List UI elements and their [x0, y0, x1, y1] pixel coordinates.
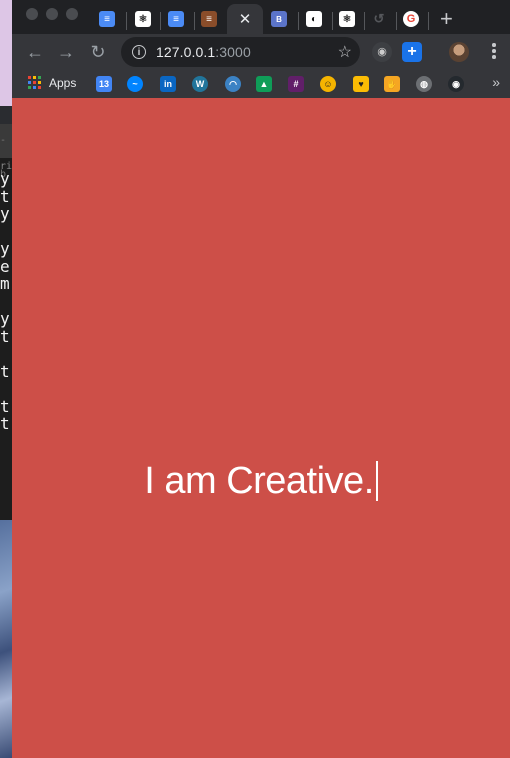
terminal-subtitle: rit — [0, 161, 12, 170]
bookmark-star-icon[interactable]: ☆ — [338, 42, 352, 62]
tab-docs[interactable]: ≡ — [161, 4, 191, 34]
docs-icon: ≡ — [99, 11, 115, 27]
react-dev-icon: ⚛ — [339, 11, 355, 27]
tab-google[interactable]: G — [396, 4, 426, 34]
blank-tab-icon: ↺ — [373, 11, 385, 26]
hand-icon[interactable]: ✋ — [384, 76, 400, 92]
back-arrow-icon[interactable]: ← — [24, 41, 46, 63]
window-minimize-button[interactable] — [46, 8, 58, 20]
terminal-line: y — [0, 240, 10, 258]
tab-separator — [126, 12, 127, 30]
apps-grid-icon — [28, 76, 42, 90]
keep-icon[interactable]: ♥ — [353, 76, 369, 92]
terminal-line: y — [0, 170, 10, 188]
url-host: 127.0.0.1 — [156, 44, 216, 60]
window-close-button[interactable] — [26, 8, 38, 20]
docs-icon: ≡ — [168, 11, 184, 27]
terminal-line: y — [0, 205, 10, 223]
bootstrap-icon: B — [271, 11, 287, 27]
tab-stack-overflow[interactable]: ≡ — [194, 4, 224, 34]
tab-active[interactable]: ✕ — [227, 4, 263, 34]
terminal-line: m — [0, 275, 10, 293]
typing-caret — [375, 461, 378, 501]
terminal-window: -b rit y t y y e m y t t t t — [0, 124, 12, 524]
new-tab-button[interactable]: + — [440, 6, 453, 32]
headline-text: I am Creative. — [144, 460, 374, 502]
terminal-line: t — [0, 362, 10, 380]
terminal-line: t — [0, 415, 10, 433]
terminal-line: e — [0, 257, 10, 275]
tab-react[interactable]: ⚛ — [332, 4, 362, 34]
bookmarks-overflow-button[interactable]: » — [492, 74, 500, 90]
wordpress-icon[interactable]: W — [192, 76, 208, 92]
url-port: :3000 — [215, 44, 251, 60]
slack-icon[interactable]: # — [288, 76, 304, 92]
avatar[interactable] — [449, 42, 469, 62]
linkedin-icon[interactable]: in — [160, 76, 176, 92]
kebab-menu-icon[interactable] — [492, 43, 496, 61]
messenger-icon[interactable]: ~ — [127, 76, 143, 92]
stack-overflow-icon: ≡ — [201, 11, 217, 27]
desktop-window-edge — [0, 0, 12, 106]
tab-bootstrap[interactable]: B — [264, 4, 294, 34]
drive-icon[interactable]: ▲ — [256, 76, 272, 92]
add-extension-icon[interactable]: + — [402, 42, 422, 62]
terminal-tab[interactable]: -b — [0, 124, 12, 180]
address-bar[interactable]: i 127.0.0.1:3000 ☆ — [121, 37, 360, 67]
url-text[interactable]: 127.0.0.1:3000 — [156, 44, 251, 60]
calendar-icon[interactable]: 13 — [96, 76, 112, 92]
rainbow-icon[interactable]: ◠ — [225, 76, 241, 92]
hero-headline: I am Creative. — [12, 460, 510, 503]
tab-react[interactable]: ⚛ — [128, 4, 158, 34]
reload-icon[interactable]: ↻ — [87, 41, 109, 63]
page-content: I am Creative. — [12, 98, 510, 758]
terminal-line: t — [0, 187, 10, 205]
github-icon[interactable]: ◉ — [448, 76, 464, 92]
forward-arrow-icon[interactable]: → — [55, 41, 77, 63]
globe-icon[interactable]: ◍ — [416, 76, 432, 92]
terminal-line: t — [0, 327, 10, 345]
apps-shortcut[interactable]: Apps — [28, 76, 76, 90]
incognito-extension-icon[interactable]: ◉ — [372, 42, 392, 62]
desktop-wallpaper — [0, 520, 12, 758]
tab-strip: ≡ ⚛ ≡ ≡ ✕ B ◐ ⚛ ↺ G + — [12, 0, 510, 34]
terminal-line: t — [0, 397, 10, 415]
apps-label: Apps — [49, 76, 77, 90]
terminal-line: y — [0, 310, 10, 328]
bookmarks-bar: Apps 13 ~ in W ◠ ▲ # ☺ ♥ ✋ ◍ ◉ » — [12, 70, 510, 99]
tab-audio[interactable]: ◐ — [299, 4, 329, 34]
background-apps: -b rit y t y y e m y t t t t — [0, 0, 12, 758]
google-icon: G — [403, 11, 419, 27]
tab-blank[interactable]: ↺ — [364, 4, 394, 34]
window-zoom-button[interactable] — [66, 8, 78, 20]
tab-separator — [428, 12, 429, 30]
browser-window: ≡ ⚛ ≡ ≡ ✕ B ◐ ⚛ ↺ G + ← → ↻ i 127.0.0.1:… — [12, 0, 510, 758]
react-dev-icon: ⚛ — [135, 11, 151, 27]
toolbar: ← → ↻ i 127.0.0.1:3000 ☆ ◉ + — [12, 34, 510, 70]
audio-icon: ◐ — [306, 11, 322, 27]
tab-docs[interactable]: ≡ — [92, 4, 122, 34]
smiley-icon[interactable]: ☺ — [320, 76, 336, 92]
close-icon[interactable]: ✕ — [239, 10, 252, 28]
info-icon[interactable]: i — [132, 45, 146, 59]
